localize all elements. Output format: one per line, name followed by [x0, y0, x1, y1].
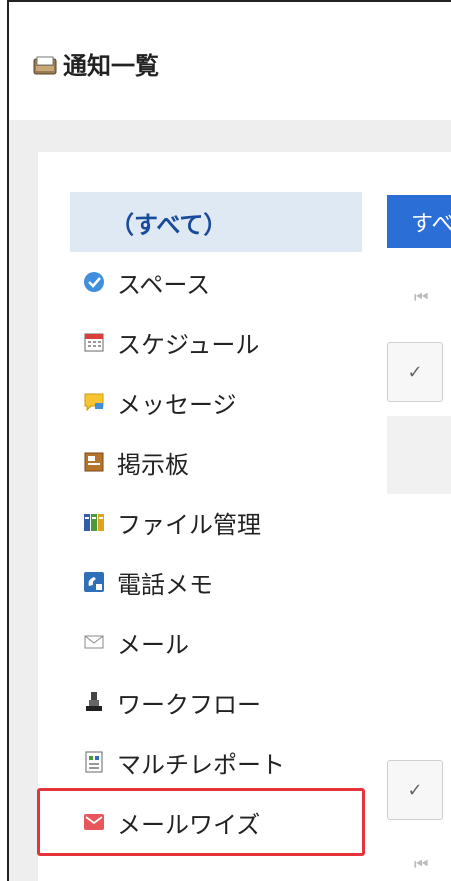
sidebar-item-label: 掲示板 [117, 450, 189, 479]
calendar-icon [83, 331, 105, 353]
sidebar-item-message[interactable]: メッセージ [70, 372, 362, 432]
highlight-box [37, 788, 365, 856]
sidebar-item-multi-report[interactable]: マルチレポート [70, 732, 362, 792]
space-icon [83, 271, 105, 293]
page-title-text: 通知一覧 [63, 52, 159, 80]
check-icon: ✓ [407, 361, 423, 383]
file-management-icon [83, 511, 105, 533]
list-header-area [387, 416, 451, 494]
sidebar-item-label: マルチレポート [117, 750, 285, 779]
check-icon: ✓ [407, 779, 423, 801]
sidebar-item-label: （すべて） [110, 210, 228, 239]
tab-all-label: すべ [411, 211, 451, 237]
sidebar-item-file-management[interactable]: ファイル管理 [70, 492, 362, 552]
sidebar-item-bulletin-board[interactable]: 掲示板 [70, 432, 362, 492]
message-icon [83, 391, 105, 413]
first-page-icon-bottom[interactable]: ⏮ [414, 854, 428, 874]
notification-list-icon [33, 54, 57, 74]
sidebar-item-label: スケジュール [117, 330, 260, 359]
sidebar-item-mail[interactable]: メール [70, 612, 362, 672]
sidebar-item-space[interactable]: スペース [70, 252, 362, 312]
multi-report-icon [83, 751, 105, 773]
page-title: 通知一覧 [33, 46, 159, 81]
sidebar-item-label: スペース [117, 270, 211, 299]
select-all-checkbox[interactable]: ✓ [387, 342, 443, 402]
category-sidebar: （すべて） スペース スケジュール メッセージ 掲示板 ファイル管理 電話メモ … [70, 192, 362, 852]
sidebar-item-workflow[interactable]: ワークフロー [70, 672, 362, 732]
first-page-icon[interactable]: ⏮ [414, 287, 428, 307]
sidebar-item-all[interactable]: （すべて） [70, 192, 362, 252]
sidebar-item-phone-memo[interactable]: 電話メモ [70, 552, 362, 612]
bulletin-board-icon [83, 451, 105, 473]
tab-all[interactable]: すべ [387, 195, 451, 248]
sidebar-item-schedule[interactable]: スケジュール [70, 312, 362, 372]
page-header: 通知一覧 [9, 2, 451, 120]
sidebar-item-label: メール [117, 630, 189, 659]
sidebar-item-label: ファイル管理 [117, 510, 261, 539]
select-all-checkbox-bottom[interactable]: ✓ [387, 760, 443, 820]
mail-icon [83, 631, 105, 653]
sidebar-item-label: メッセージ [117, 390, 237, 419]
phone-memo-icon [83, 571, 105, 593]
sidebar-item-label: ワークフロー [117, 690, 261, 719]
sidebar-item-label: 電話メモ [117, 570, 213, 599]
workflow-icon [83, 691, 105, 713]
